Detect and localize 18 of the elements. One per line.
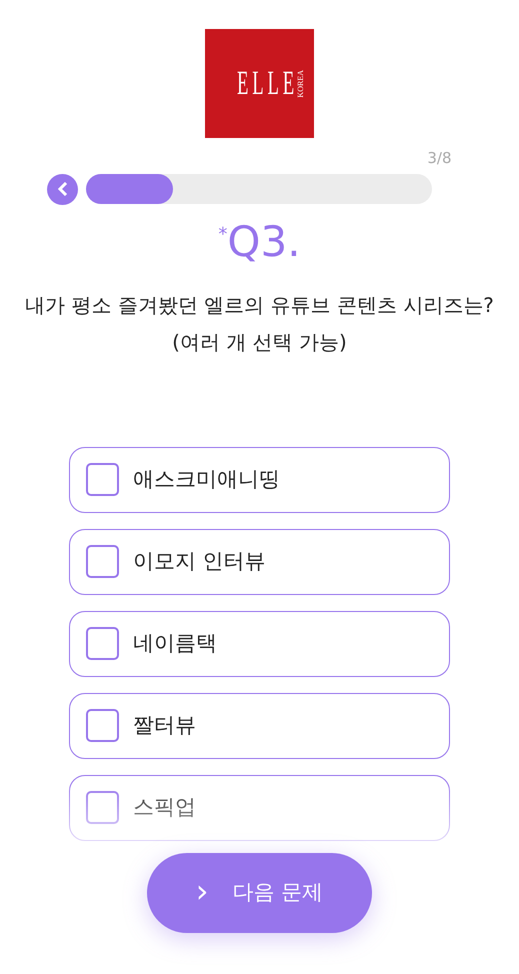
checkbox[interactable] [86, 709, 119, 742]
option-button[interactable]: 네이름택 [69, 610, 450, 676]
logo: ELLE KOREA [205, 29, 314, 138]
option-button[interactable]: 짤터뷰 [69, 692, 450, 758]
chevron-left-icon [58, 182, 68, 196]
step-counter: 3/8 [426, 148, 452, 169]
checkbox[interactable] [86, 791, 119, 824]
option-button[interactable]: 이모지 인터뷰 [69, 528, 450, 594]
option-button[interactable]: 스픽업 [69, 774, 450, 840]
back-button[interactable] [47, 174, 78, 204]
required-marker: * [218, 222, 228, 246]
question-note: (여러 개 선택 가능) [172, 328, 347, 356]
checkbox[interactable] [86, 627, 119, 660]
option-button[interactable]: 애스크미애니띵 [69, 446, 450, 512]
checkbox[interactable] [86, 545, 119, 578]
question-number: Q3. [227, 220, 301, 262]
checkbox[interactable] [86, 463, 119, 496]
question-text: 내가 평소 즐겨봤던 엘르의 유튜브 콘텐츠 시리즈는? [25, 292, 494, 318]
